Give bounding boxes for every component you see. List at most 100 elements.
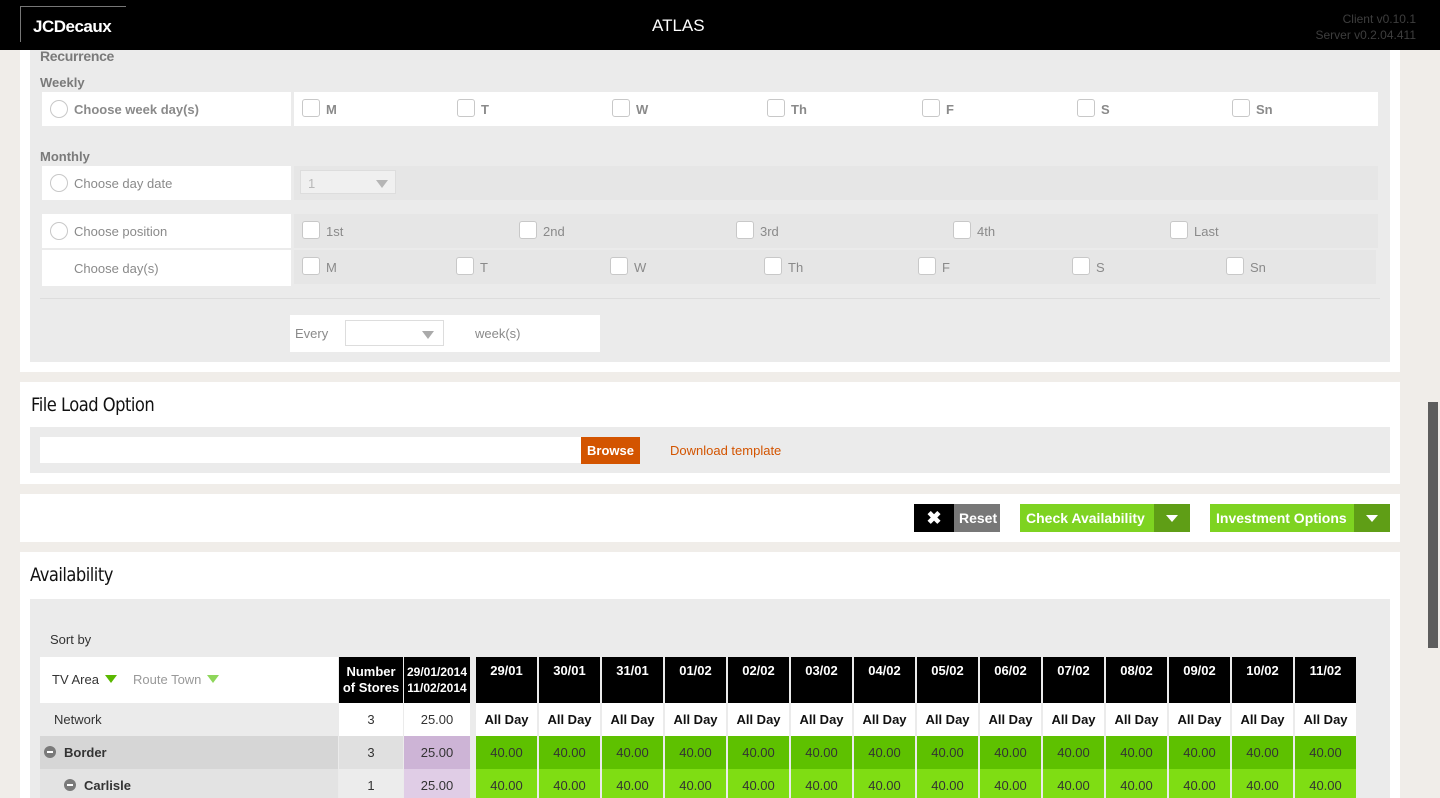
availability-cell[interactable]: 40.00 [1232,769,1293,798]
allday-cell[interactable]: All Day [665,703,726,736]
divider [40,298,1380,299]
day-date-radio[interactable] [50,174,68,192]
reset-button[interactable]: ✖ Reset [914,504,1000,532]
availability-cell[interactable]: 40.00 [791,736,852,769]
position-checkbox[interactable] [519,221,537,239]
allday-cell[interactable]: All Day [728,703,789,736]
weekday-checkbox[interactable] [767,99,785,117]
allday-cell[interactable]: All Day [1295,703,1356,736]
availability-cell[interactable]: 40.00 [791,769,852,798]
close-icon: ✖ [914,504,954,532]
availability-cell[interactable]: 40.00 [1106,736,1167,769]
availability-cell[interactable]: 40.00 [1106,769,1167,798]
day-date-select[interactable]: 1 [300,170,396,194]
choose-position-label: Choose position [74,224,168,239]
investment-options-label: Investment Options [1216,510,1347,526]
day-checkbox[interactable] [1226,257,1244,275]
sort-tv-area[interactable]: TV Area [52,672,117,687]
check-availability-dropdown[interactable] [1154,504,1190,532]
weekday-checkbox[interactable] [457,99,475,117]
availability-cell[interactable]: 40.00 [1169,736,1230,769]
date-column-header: 11/02 [1295,657,1356,703]
recurrence-label: Recurrence [40,48,115,64]
allday-cell[interactable]: All Day [1169,703,1230,736]
allday-cell[interactable]: All Day [602,703,663,736]
availability-cell[interactable]: 40.00 [539,769,600,798]
every-select[interactable] [345,320,444,346]
weekday-checkbox[interactable] [1077,99,1095,117]
position-label: 3rd [760,224,779,239]
allday-cell[interactable]: All Day [1043,703,1104,736]
availability-cell[interactable]: 40.00 [476,736,537,769]
allday-cell[interactable]: All Day [1232,703,1293,736]
availability-cell[interactable]: 40.00 [665,769,726,798]
check-availability-button[interactable]: Check Availability [1020,504,1190,532]
day-checkbox[interactable] [918,257,936,275]
availability-cell[interactable]: 40.00 [980,736,1041,769]
availability-cell[interactable]: 40.00 [854,769,915,798]
jcdecaux-logo[interactable]: JCDecaux [20,6,126,42]
choose-day-date-label: Choose day date [74,176,173,191]
allday-cell[interactable]: All Day [980,703,1041,736]
position-checkbox[interactable] [953,221,971,239]
availability-cell[interactable]: 40.00 [1295,769,1356,798]
position-checkbox[interactable] [1170,221,1188,239]
sort-arrow-icon [104,675,117,683]
investment-options-button[interactable]: Investment Options [1210,504,1390,532]
col-stores-line2: of Stores [342,680,400,695]
availability-cell[interactable]: 40.00 [728,736,789,769]
allday-cell[interactable]: All Day [1106,703,1167,736]
availability-cell[interactable]: 40.00 [917,736,978,769]
weekday-checkbox[interactable] [1232,99,1250,117]
weekly-label: Weekly [40,75,85,90]
chevron-down-icon [422,331,434,339]
weekly-radio[interactable] [50,100,68,118]
stores-cell: 3 [339,736,403,769]
position-checkbox[interactable] [302,221,320,239]
allday-cell[interactable]: All Day [917,703,978,736]
availability-cell[interactable]: 40.00 [980,769,1041,798]
position-checkbox[interactable] [736,221,754,239]
availability-cell[interactable]: 40.00 [602,736,663,769]
day-checkbox[interactable] [610,257,628,275]
availability-cell[interactable]: 40.00 [1295,736,1356,769]
sort-route-town[interactable]: Route Town [133,672,220,687]
availability-cell[interactable]: 40.00 [665,736,726,769]
file-path-input[interactable] [40,437,581,463]
browse-button[interactable]: Browse [581,437,640,464]
availability-cell[interactable]: 40.00 [1169,769,1230,798]
availability-cell[interactable]: 40.00 [1043,736,1104,769]
scrollbar-thumb[interactable] [1428,402,1438,648]
day-checkbox[interactable] [764,257,782,275]
day-checkbox[interactable] [456,257,474,275]
day-checkbox[interactable] [1072,257,1090,275]
day-checkbox[interactable] [302,257,320,275]
row-name: Carlisle [84,778,131,793]
position-radio[interactable] [50,222,68,240]
allday-cell[interactable]: All Day [791,703,852,736]
availability-cell[interactable]: 40.00 [854,736,915,769]
availability-cell[interactable]: 40.00 [539,736,600,769]
availability-cell[interactable]: 40.00 [1043,769,1104,798]
availability-cell[interactable]: 40.00 [728,769,789,798]
availability-cell[interactable]: 40.00 [917,769,978,798]
investment-options-dropdown[interactable] [1354,504,1390,532]
allday-cell[interactable]: All Day [476,703,537,736]
allday-cell[interactable]: All Day [854,703,915,736]
version-info: Client v0.10.1 Server v0.2.04.411 [1315,11,1416,43]
caret-down-icon [1166,515,1178,522]
date-column-header: 29/01 [476,657,537,703]
sort-tv-area-label: TV Area [52,672,99,687]
reset-label: Reset [959,510,998,526]
availability-cell[interactable]: 40.00 [1232,736,1293,769]
date-column-header: 30/01 [539,657,600,703]
allday-cell[interactable]: All Day [539,703,600,736]
download-template-link[interactable]: Download template [670,443,781,458]
weekday-checkbox[interactable] [612,99,630,117]
availability-cell[interactable]: 40.00 [476,769,537,798]
collapse-icon-bar [47,751,53,753]
weekday-checkbox[interactable] [922,99,940,117]
availability-cell[interactable]: 40.00 [602,769,663,798]
weekday-checkbox[interactable] [302,99,320,117]
day-label: W [634,260,647,275]
